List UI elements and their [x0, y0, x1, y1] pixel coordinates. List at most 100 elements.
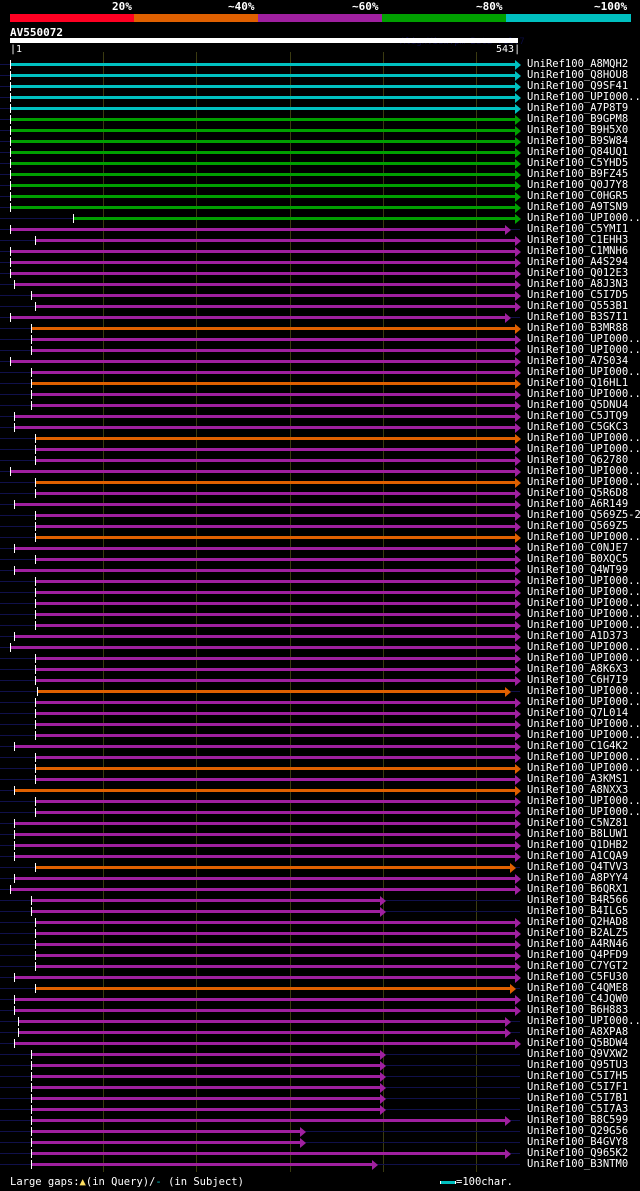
hit-bar[interactable]	[10, 261, 516, 264]
hit-bar[interactable]	[35, 778, 516, 781]
hit-bar[interactable]	[30, 294, 516, 297]
hit-bar[interactable]	[10, 85, 516, 88]
hit-bar[interactable]	[35, 756, 516, 759]
hit-bar[interactable]	[30, 1163, 373, 1166]
hit-bar[interactable]	[10, 96, 516, 99]
hit-bar[interactable]	[13, 635, 516, 638]
hit-bar[interactable]	[35, 448, 516, 451]
hit-bar[interactable]	[10, 228, 505, 231]
hit-bar[interactable]	[13, 976, 516, 979]
hit-bar[interactable]	[30, 1086, 380, 1089]
hit-bar[interactable]	[10, 184, 516, 187]
hit-bar[interactable]	[35, 723, 516, 726]
hit-bar[interactable]	[35, 558, 516, 561]
hit-bar[interactable]	[10, 250, 516, 253]
hit-bar[interactable]	[35, 536, 516, 539]
hit-bar[interactable]	[13, 877, 516, 880]
hit-bar[interactable]	[10, 162, 516, 165]
hit-bar[interactable]	[35, 613, 516, 616]
hit-bar[interactable]	[35, 492, 516, 495]
hit-bar[interactable]	[35, 668, 516, 671]
hit-bar[interactable]	[30, 393, 516, 396]
hit-bar[interactable]	[10, 74, 516, 77]
hit-bar[interactable]	[13, 833, 516, 836]
hit-bar[interactable]	[35, 624, 516, 627]
hit-bar[interactable]	[35, 932, 516, 935]
hit-bar[interactable]	[10, 151, 516, 154]
hit-bar[interactable]	[10, 888, 516, 891]
hit-bar[interactable]	[30, 1152, 505, 1155]
hit-bar[interactable]	[35, 591, 516, 594]
hit-bar[interactable]	[13, 569, 516, 572]
hit-bar[interactable]	[13, 1009, 516, 1012]
hit-bar[interactable]	[10, 316, 505, 319]
hit-bar[interactable]	[30, 899, 380, 902]
hit-bar[interactable]	[30, 1075, 380, 1078]
hit-bar[interactable]	[13, 1042, 516, 1045]
hit-bar[interactable]	[30, 404, 516, 407]
hit-bar[interactable]	[35, 602, 516, 605]
hit-bar[interactable]	[30, 910, 380, 913]
hit-bar[interactable]	[35, 921, 516, 924]
hit-bar[interactable]	[35, 800, 516, 803]
hit-bar[interactable]	[35, 965, 516, 968]
hit-bar[interactable]	[30, 1108, 380, 1111]
hit-bar[interactable]	[10, 195, 516, 198]
hit-bar[interactable]	[13, 283, 516, 286]
hit-bar[interactable]	[35, 657, 516, 660]
hit-bar[interactable]	[35, 580, 516, 583]
hit-bar[interactable]	[10, 646, 516, 649]
hit-bar[interactable]	[10, 140, 516, 143]
hit-bar[interactable]	[10, 470, 516, 473]
hit-bar[interactable]	[35, 679, 516, 682]
hit-bar[interactable]	[30, 1119, 505, 1122]
hit-bar[interactable]	[13, 547, 516, 550]
hit-bar[interactable]	[10, 129, 516, 132]
hit-bar[interactable]	[13, 415, 516, 418]
hit-bar[interactable]	[37, 690, 505, 693]
hit-bar[interactable]	[35, 943, 516, 946]
hit-bar[interactable]	[35, 712, 516, 715]
hit-bar[interactable]	[30, 338, 516, 341]
hit-bar[interactable]	[30, 1097, 380, 1100]
hit-bar[interactable]	[35, 481, 516, 484]
hit-bar[interactable]	[35, 734, 516, 737]
hit-label[interactable]: UniRef100_B3NTM0	[527, 1158, 628, 1170]
hit-bar[interactable]	[13, 855, 516, 858]
hit-bar[interactable]	[10, 272, 516, 275]
hit-bar[interactable]	[13, 789, 516, 792]
hit-bar[interactable]	[10, 206, 516, 209]
hit-bar[interactable]	[35, 525, 516, 528]
hit-bar[interactable]	[13, 745, 516, 748]
hit-bar[interactable]	[35, 459, 516, 462]
hit-bar[interactable]	[10, 107, 516, 110]
hit-bar[interactable]	[72, 217, 516, 220]
hit-bar[interactable]	[13, 844, 516, 847]
hit-bar[interactable]	[30, 371, 516, 374]
hit-bar[interactable]	[13, 822, 516, 825]
hit-bar[interactable]	[13, 426, 516, 429]
hit-bar[interactable]	[35, 701, 516, 704]
hit-bar[interactable]	[10, 118, 516, 121]
hit-bar[interactable]	[35, 811, 516, 814]
hit-bar[interactable]	[18, 1020, 505, 1023]
hit-bar[interactable]	[30, 382, 516, 385]
hit-bar[interactable]	[30, 1064, 380, 1067]
hit-bar[interactable]	[35, 954, 516, 957]
hit-bar[interactable]	[30, 1130, 300, 1133]
hit-bar[interactable]	[10, 63, 516, 66]
hit-bar[interactable]	[30, 327, 516, 330]
hit-bar[interactable]	[13, 503, 516, 506]
hit-bar[interactable]	[35, 437, 516, 440]
hit-bar[interactable]	[35, 987, 510, 990]
alignment-row[interactable]: UniRef100_B3NTM0	[0, 1158, 640, 1170]
hit-bar[interactable]	[30, 1053, 380, 1056]
hit-bar[interactable]	[13, 998, 516, 1001]
hit-bar[interactable]	[35, 767, 516, 770]
hit-bar[interactable]	[35, 305, 516, 308]
hit-bar[interactable]	[10, 360, 516, 363]
hit-bar[interactable]	[30, 349, 516, 352]
hit-bar[interactable]	[35, 866, 510, 869]
hit-bar[interactable]	[10, 173, 516, 176]
hit-bar[interactable]	[18, 1031, 505, 1034]
